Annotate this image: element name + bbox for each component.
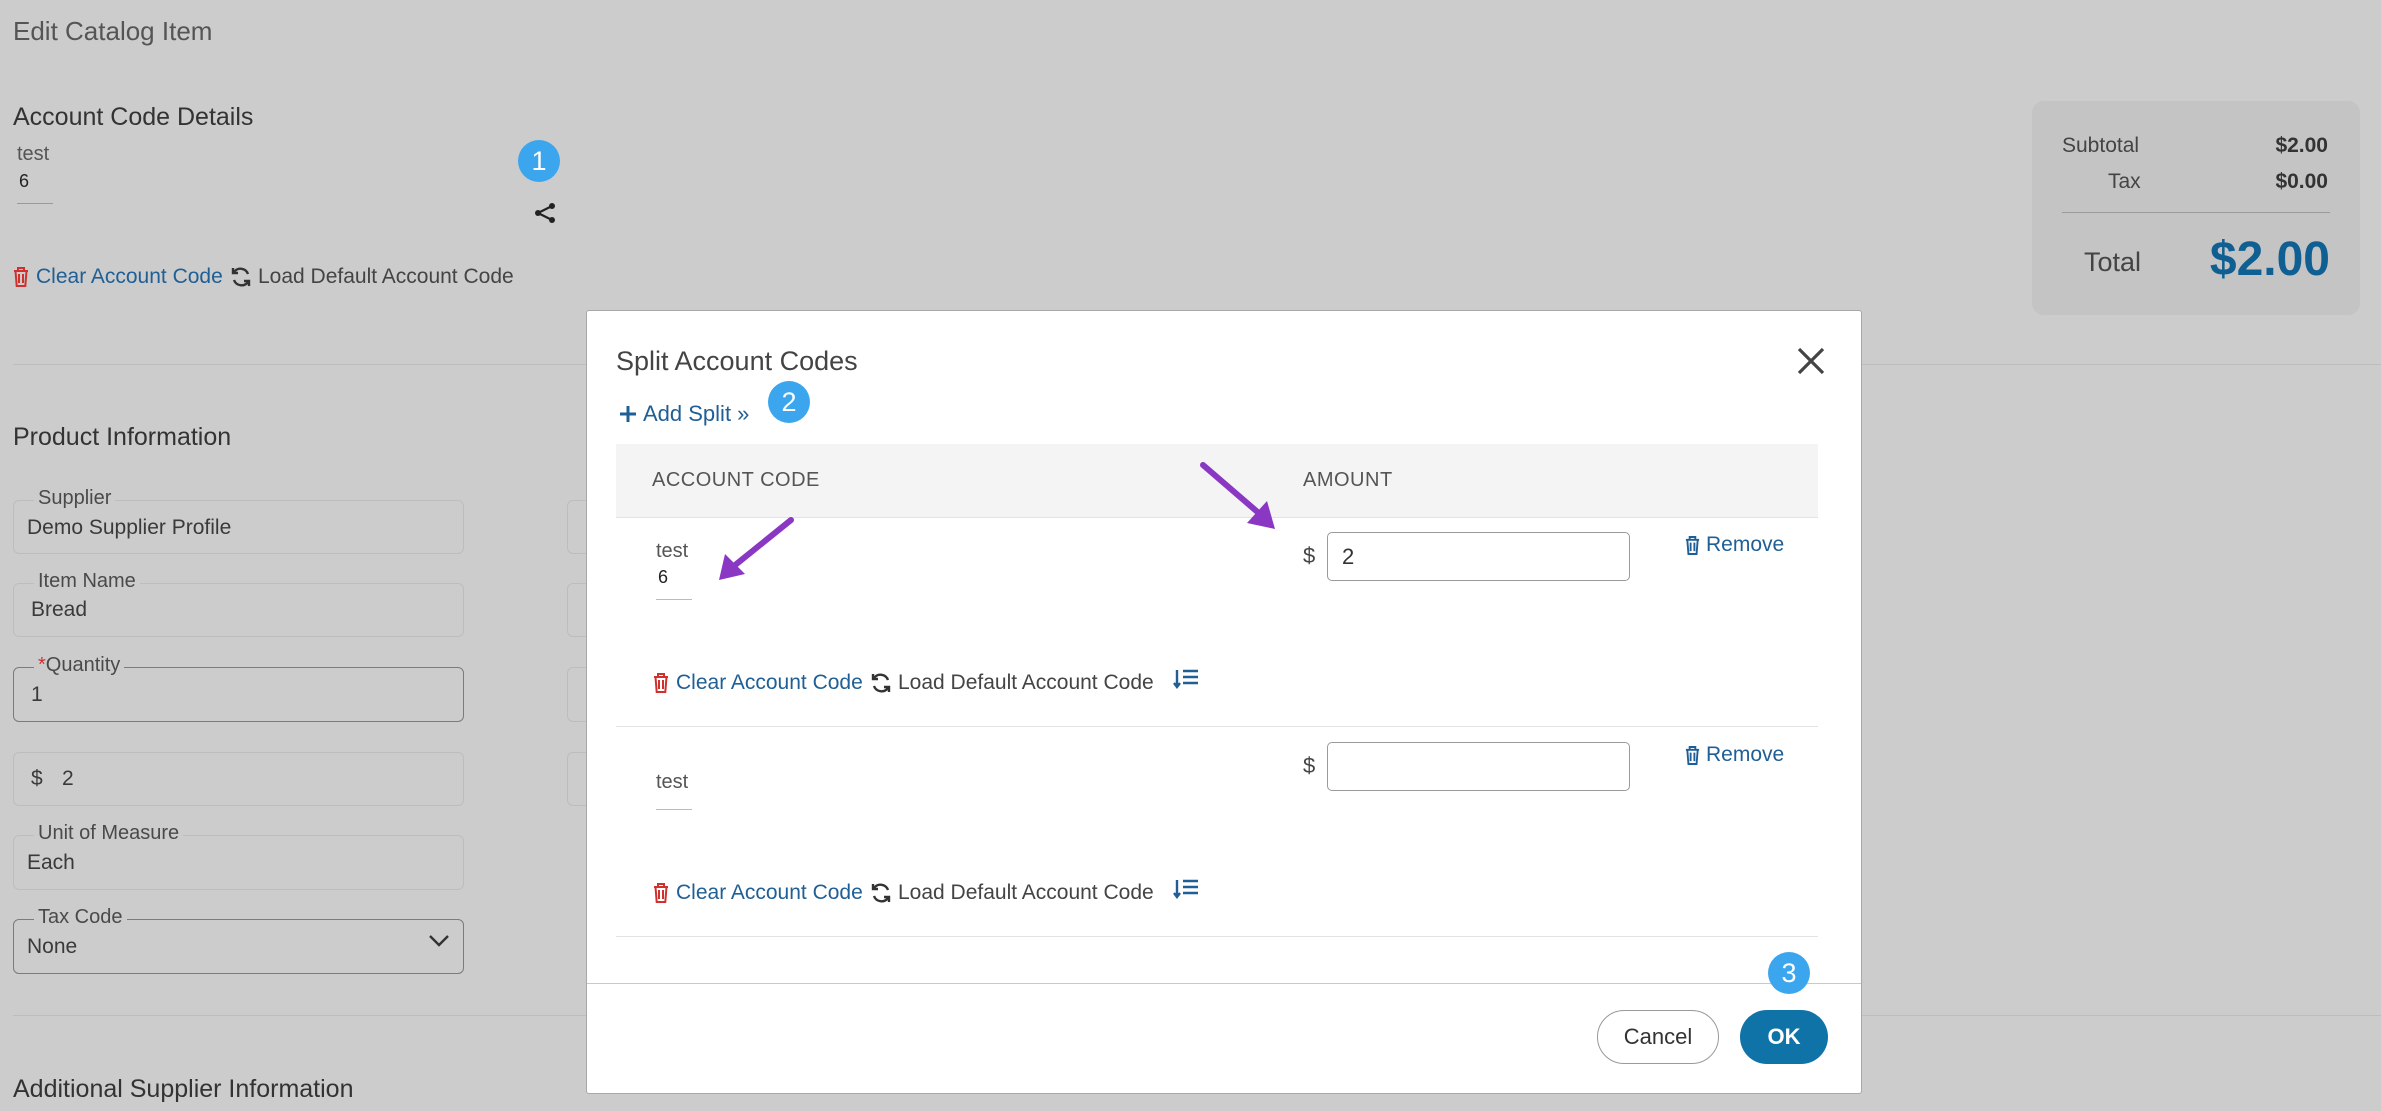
price-field[interactable]: [13, 752, 464, 806]
account-code-heading: Account Code Details: [13, 103, 254, 131]
product-info-heading: Product Information: [13, 423, 232, 451]
row1-load-default[interactable]: Load Default Account Code: [870, 671, 1154, 695]
uom-value: Each: [27, 851, 75, 874]
ok-button[interactable]: OK: [1740, 1010, 1828, 1064]
row1-load-default-label: Load Default Account Code: [898, 671, 1154, 694]
price-currency: $: [31, 767, 43, 790]
trash-icon: [652, 882, 670, 904]
tax-value: $0.00: [2275, 170, 2328, 193]
quantity-label: *Quantity: [34, 654, 125, 677]
row1-code-value: 6: [658, 567, 669, 587]
row1-remove-button[interactable]: Remove: [1684, 533, 1784, 557]
row2-amount-input[interactable]: [1327, 742, 1630, 791]
total-label: Total: [2084, 247, 2142, 277]
trash-icon: [1684, 535, 1701, 556]
annotation-arrow-icon: [715, 516, 795, 584]
row1-amount-input[interactable]: 2: [1327, 532, 1630, 581]
summary-divider: [2062, 212, 2330, 213]
step-badge-2: 2: [768, 381, 810, 423]
row1-code-name: test: [656, 540, 689, 562]
cancel-button[interactable]: Cancel: [1597, 1010, 1719, 1064]
item-name-value: Bread: [31, 598, 88, 621]
row2-code-name: test: [656, 771, 689, 793]
total-value: $2.00: [2209, 233, 2330, 286]
tax-code-label: Tax Code: [34, 906, 127, 929]
col-account-code: ACCOUNT CODE: [652, 469, 820, 491]
quantity-value[interactable]: 1: [31, 683, 43, 707]
refresh-icon: [870, 882, 892, 904]
trash-icon: [12, 266, 30, 288]
split-account-codes-modal: Split Account Codes Add Split » 2 ACCOUN…: [586, 310, 1862, 1094]
trash-icon: [652, 672, 670, 694]
add-split-label: Add Split »: [643, 401, 750, 426]
step-badge-1: 1: [518, 140, 560, 182]
col-amount: AMOUNT: [1303, 469, 1393, 491]
close-icon[interactable]: [1796, 346, 1826, 376]
row2-load-default-label: Load Default Account Code: [898, 881, 1154, 904]
account-code-underline: [17, 203, 53, 204]
additional-supplier-heading: Additional Supplier Information: [13, 1075, 354, 1103]
subtotal-label: Subtotal: [2062, 134, 2140, 157]
page-title: Edit Catalog Item: [13, 16, 213, 46]
step-badge-3: 3: [1768, 952, 1810, 994]
row2-load-default[interactable]: Load Default Account Code: [870, 881, 1154, 905]
row2-remove-button[interactable]: Remove: [1684, 743, 1784, 767]
item-name-label: Item Name: [34, 570, 140, 593]
sort-list-icon[interactable]: [1173, 668, 1199, 690]
row2-clear-label: Clear Account Code: [676, 881, 863, 904]
account-code-value: 6: [19, 171, 30, 191]
load-default-label: Load Default Account Code: [258, 265, 514, 288]
row1-clear-label: Clear Account Code: [676, 671, 863, 694]
plus-icon: [619, 405, 637, 423]
split-icon[interactable]: [534, 202, 556, 224]
row1-currency: $: [1303, 543, 1316, 568]
row2-divider: [616, 936, 1818, 937]
tax-label: Tax: [2108, 170, 2141, 193]
sort-list-icon[interactable]: [1173, 878, 1199, 900]
supplier-value: Demo Supplier Profile: [27, 516, 232, 539]
uom-label: Unit of Measure: [34, 822, 184, 845]
modal-footer-divider: [587, 983, 1861, 984]
refresh-icon: [230, 266, 252, 288]
chevron-down-icon[interactable]: [428, 934, 450, 948]
trash-icon: [1684, 745, 1701, 766]
supplier-label: Supplier: [34, 487, 116, 510]
price-value[interactable]: 2: [62, 767, 74, 791]
row1-clear-account-code[interactable]: Clear Account Code: [652, 671, 863, 695]
row2-clear-account-code[interactable]: Clear Account Code: [652, 881, 863, 905]
row2-remove-label: Remove: [1706, 743, 1785, 766]
row2-code-underline: [656, 809, 692, 810]
tax-code-value: None: [27, 935, 78, 958]
account-code-name: test: [17, 143, 50, 165]
refresh-icon: [870, 672, 892, 694]
annotation-arrow-icon: [1199, 461, 1279, 533]
clear-account-code-label: Clear Account Code: [36, 265, 223, 288]
row2-currency: $: [1303, 753, 1316, 778]
row1-remove-label: Remove: [1706, 533, 1785, 556]
row1-divider: [616, 726, 1818, 727]
load-default-account-code-link[interactable]: Load Default Account Code: [230, 265, 514, 289]
row1-code-underline: [656, 599, 692, 600]
subtotal-value: $2.00: [2275, 134, 2328, 157]
clear-account-code-link[interactable]: Clear Account Code: [12, 265, 223, 289]
modal-title: Split Account Codes: [616, 346, 858, 376]
add-split-button[interactable]: Add Split »: [619, 401, 749, 427]
